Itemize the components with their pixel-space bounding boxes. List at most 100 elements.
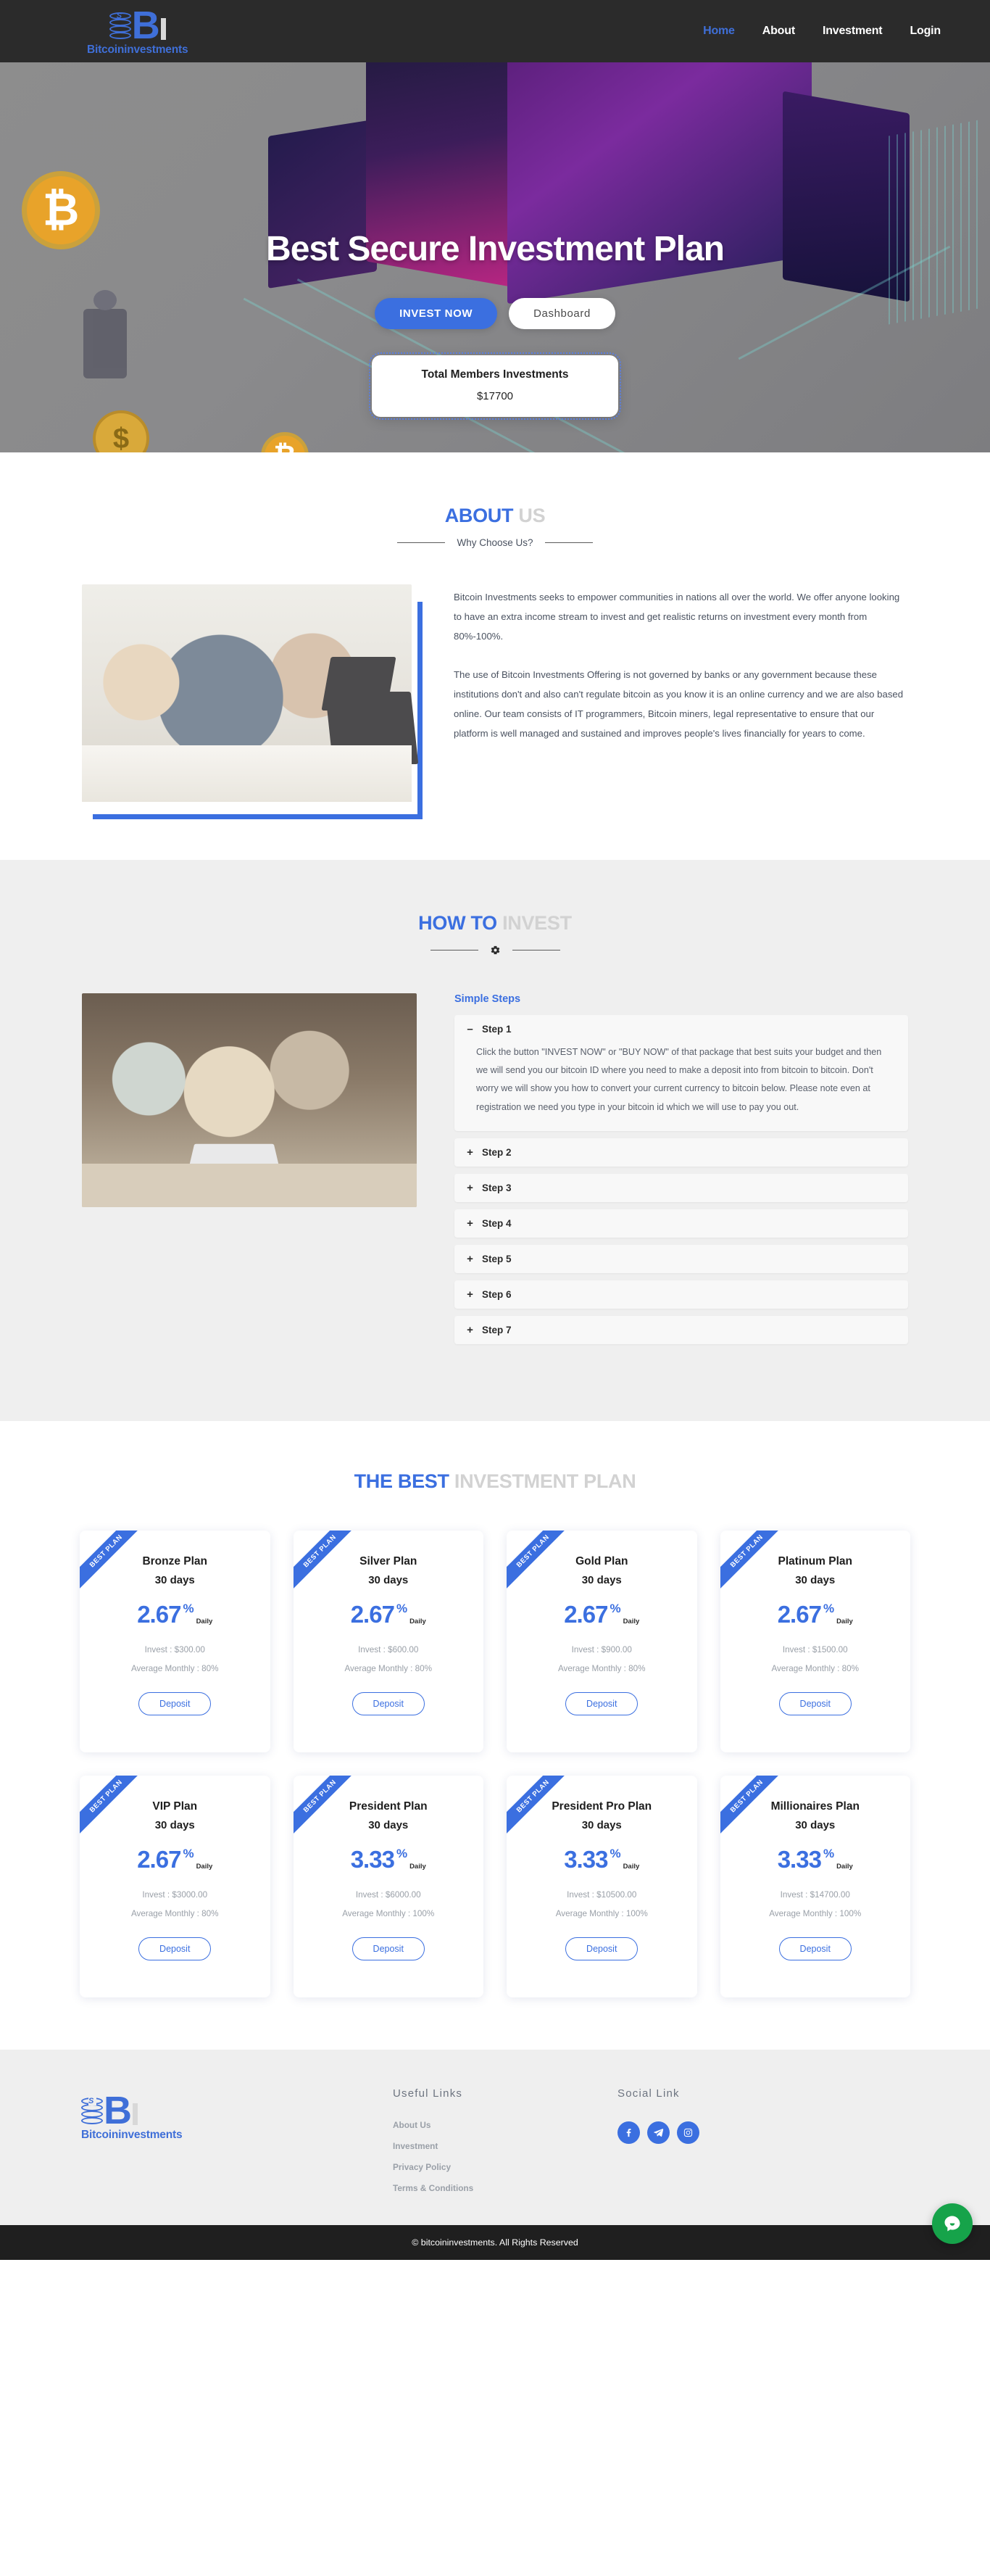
accordion-item-step-4[interactable]: + Step 4 [454,1209,908,1238]
percent-icon: % [396,1846,408,1860]
bitcoin-coin-small-icon: ₿ [261,432,309,452]
total-members-value: $17700 [476,390,514,402]
dashboard-button[interactable]: Dashboard [509,298,615,329]
social-link-title: Social Link [617,2087,680,2100]
invest-now-button[interactable]: INVEST NOW [375,298,498,329]
plan-invest-amount: Invest : $900.00 [571,1644,632,1654]
divider-left [397,542,446,543]
plan-rate: 2.67 % Daily [778,1602,853,1626]
hero-banner: ₿ ₿ $ Best Secure Investment Plan INVEST… [0,62,990,452]
best-plan-ribbon: BEST PLAN [80,1775,154,1844]
deposit-button[interactable]: Deposit [778,1937,852,1960]
accordion-item-step-1[interactable]: – Step 1 Click the button "INVEST NOW" o… [454,1015,908,1131]
deposit-button[interactable]: Deposit [138,1937,212,1960]
deposit-button[interactable]: Deposit [352,1691,425,1715]
deposit-button[interactable]: Deposit [352,1937,425,1960]
plan-rate-period: Daily [836,1617,853,1625]
about-section: ABOUT US Why Choose Us? Bitcoin Investme… [0,452,990,860]
plan-invest-amount: Invest : $6000.00 [355,1889,421,1900]
page-root: S B Bitcoininvestments Home About Invest… [0,0,990,2260]
plan-average-monthly: Average Monthly : 80% [344,1663,433,1673]
footer-link-terms-conditions[interactable]: Terms & Conditions [393,2183,617,2193]
plan-rate-value: 3.33 [350,1845,395,1873]
minus-icon: – [467,1023,473,1035]
accordion-item-step-5[interactable]: + Step 5 [454,1244,908,1273]
deposit-button[interactable]: Deposit [565,1937,638,1960]
telegram-icon[interactable] [647,2121,670,2144]
about-subtitle: Why Choose Us? [457,537,533,548]
plan-card: BEST PLAN President Pro Plan 30 days 3.3… [507,1775,697,1997]
accordion-header-step-4[interactable]: + Step 4 [454,1209,908,1238]
accordion-header-step-1[interactable]: – Step 1 [454,1015,908,1043]
plan-rate: 3.33 % Daily [351,1847,426,1871]
facebook-icon[interactable] [617,2121,640,2144]
nav-item-investment[interactable]: Investment [823,25,883,38]
about-image-wrap [82,584,423,819]
logo-bar-icon [133,2103,138,2125]
desk-surface [82,745,412,802]
plan-average-monthly: Average Monthly : 80% [771,1663,860,1673]
plus-icon: + [467,1252,473,1265]
accordion-item-step-6[interactable]: + Step 6 [454,1280,908,1309]
nav-item-home[interactable]: Home [703,25,735,38]
top-navigation-bar: S B Bitcoininvestments Home About Invest… [0,0,990,62]
total-members-label: Total Members Investments [421,368,569,381]
deposit-button[interactable]: Deposit [565,1691,638,1715]
how-to-invest-photo [82,993,417,1207]
plan-name: VIP Plan [152,1800,198,1813]
how-title-hi: HOW TO [418,912,497,934]
chat-bubble-icon[interactable] [932,2203,973,2244]
plan-rate: 2.67 % Daily [137,1602,212,1626]
deposit-button[interactable]: Deposit [778,1691,852,1715]
footer-link-investment[interactable]: Investment [393,2141,617,2151]
accordion-item-step-3[interactable]: + Step 3 [454,1173,908,1202]
about-paragraph-2: The use of Bitcoin Investments Offering … [454,669,904,740]
plan-name: Gold Plan [575,1554,628,1567]
footer-logo[interactable]: S B Bitcoininvestments [81,2087,393,2193]
nav-item-login[interactable]: Login [910,25,941,38]
plans-heading: THE BEST INVESTMENT PLAN [0,1470,990,1493]
percent-icon: % [183,1846,194,1860]
plan-rate-period: Daily [196,1617,213,1625]
divider-right [512,950,560,951]
nav-item-about[interactable]: About [762,25,795,38]
step-1-text: Click the button "INVEST NOW" or "BUY NO… [476,1047,882,1112]
plan-average-monthly: Average Monthly : 80% [130,1908,219,1918]
copyright-bar: © bitcoininvestments. All Rights Reserve… [0,2224,990,2260]
instagram-icon[interactable] [677,2121,699,2144]
footer-logo-letter: B [104,2088,132,2132]
accordion-header-step-3[interactable]: + Step 3 [454,1174,908,1202]
logo-bar-icon [160,17,166,40]
coin-stack-icon: S [81,2096,103,2126]
plan-invest-amount: Invest : $14700.00 [780,1889,850,1900]
plans-title-lo: INVESTMENT PLAN [454,1470,636,1492]
plan-rate: 2.67 % Daily [351,1602,426,1626]
accordion-header-step-6[interactable]: + Step 6 [454,1280,908,1309]
dollar-symbol: S [88,2096,96,2105]
logo-mark: S B [109,6,166,45]
gear-icon [490,945,501,956]
footer-useful-links: Useful Links About Us Investment Privacy… [393,2087,617,2193]
footer-social: Social Link [617,2087,864,2193]
about-title-lo: US [518,505,546,526]
coin-stack-icon: S [109,12,131,41]
accordion-header-step-2[interactable]: + Step 2 [454,1138,908,1167]
divider-left [430,950,478,951]
footer-link-about-us[interactable]: About Us [393,2120,617,2130]
plans-title: THE BEST INVESTMENT PLAN [0,1470,990,1493]
accordion-item-step-7[interactable]: + Step 7 [454,1315,908,1344]
hero-buttons: INVEST NOW Dashboard [375,298,615,329]
nav-links: Home About Investment Login [703,25,941,38]
investment-plans-section: THE BEST INVESTMENT PLAN BEST PLAN Bronz… [0,1420,990,2050]
accordion-label-step-2: Step 2 [482,1146,512,1158]
site-logo[interactable]: S B Bitcoininvestments [87,6,188,57]
accordion-item-step-2[interactable]: + Step 2 [454,1138,908,1167]
accordion-label-step-5: Step 5 [482,1253,512,1264]
percent-icon: % [396,1601,408,1615]
about-title: ABOUT US [0,505,990,527]
deposit-button[interactable]: Deposit [138,1691,212,1715]
how-heading: HOW TO INVEST [0,912,990,956]
footer-link-privacy-policy[interactable]: Privacy Policy [393,2162,617,2172]
accordion-header-step-7[interactable]: + Step 7 [454,1316,908,1344]
accordion-header-step-5[interactable]: + Step 5 [454,1245,908,1273]
